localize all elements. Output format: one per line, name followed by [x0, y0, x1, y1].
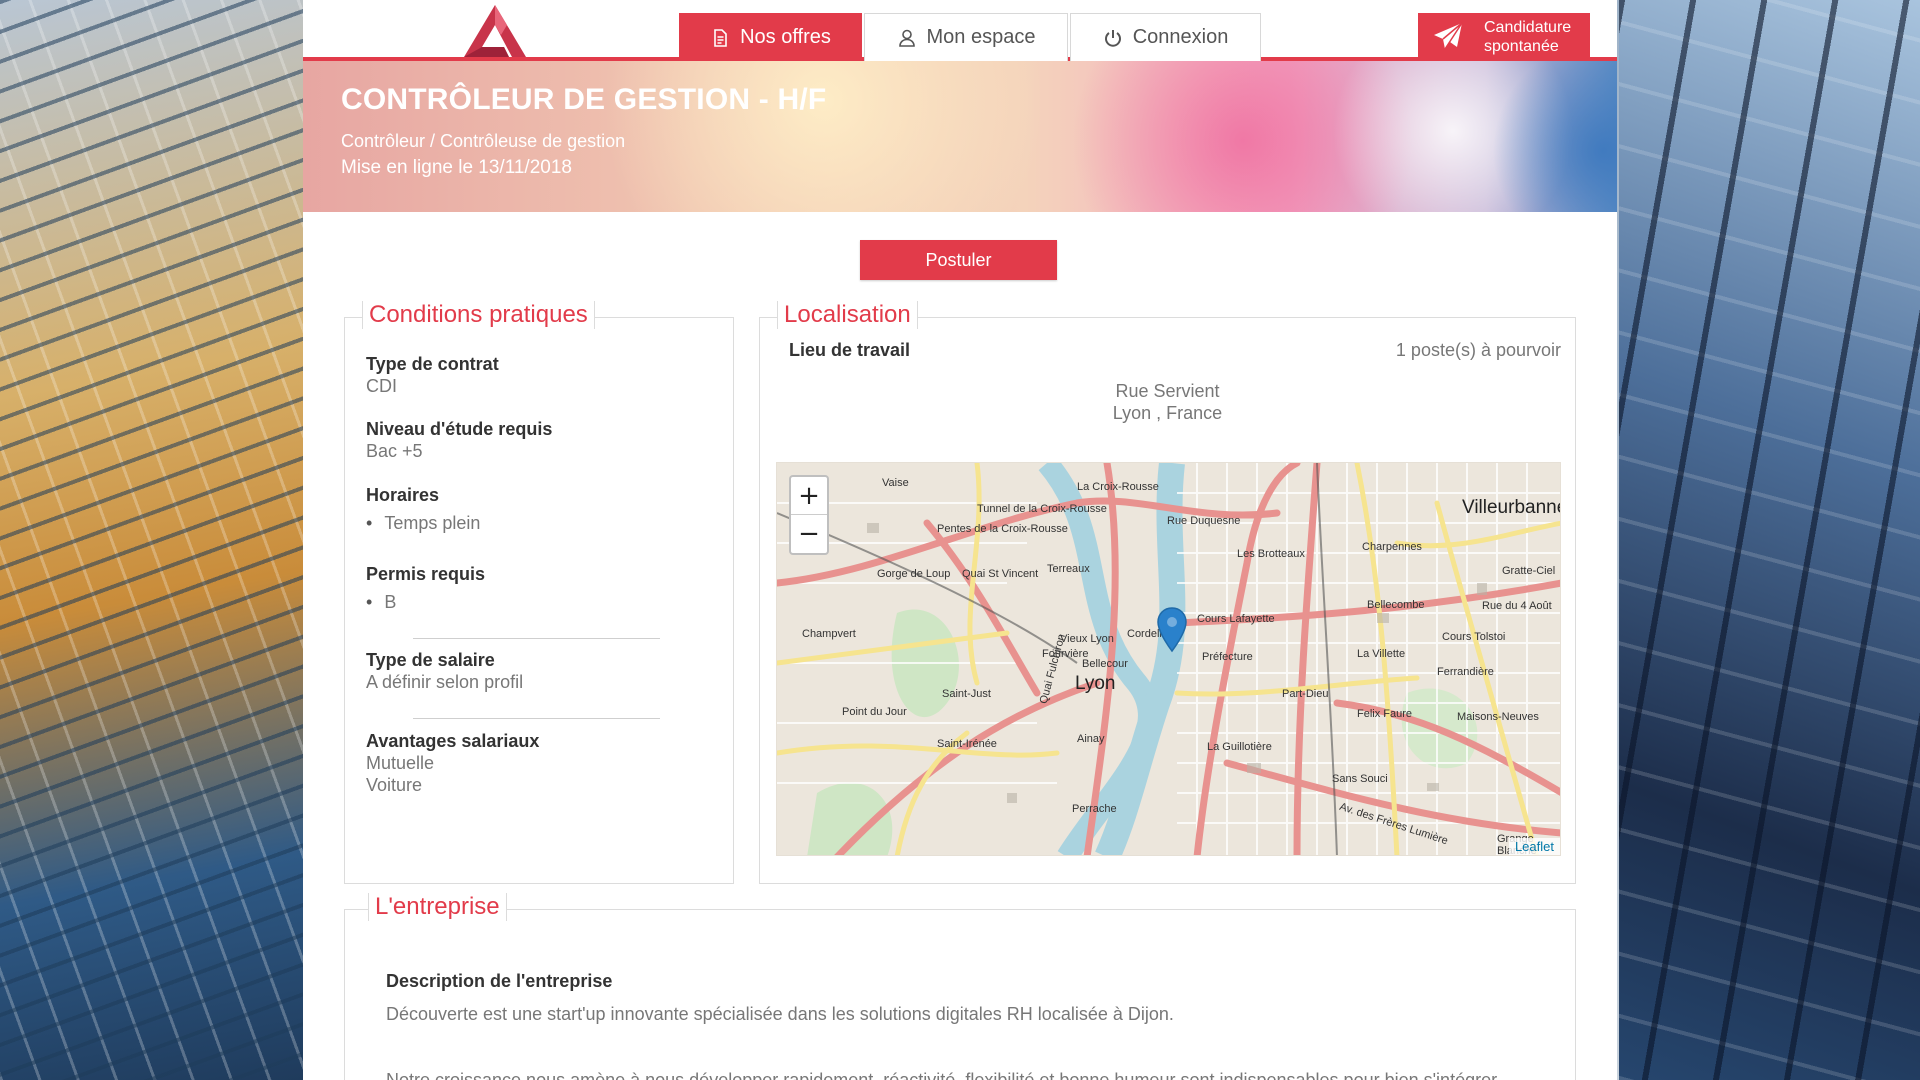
user-icon — [898, 29, 915, 47]
document-icon — [714, 28, 727, 47]
practical-conditions-panel: Conditions pratiques Type de contrat CDI… — [344, 301, 734, 884]
company-description-title: Description de l'entreprise — [386, 971, 613, 991]
nav-tab-label: Connexion — [1132, 26, 1229, 48]
background-photo-left — [0, 0, 303, 1080]
spontaneous-line-2: spontanée — [1484, 38, 1559, 55]
license-item: B — [366, 592, 396, 613]
location-pin-icon[interactable] — [1157, 607, 1187, 653]
map-label: Maisons-Neuves — [1457, 711, 1539, 723]
spontaneous-line-1: Candidature — [1484, 19, 1572, 36]
salary-type-value: A définir selon profil — [366, 672, 524, 692]
nav-tab-mon-espace[interactable]: Mon espace — [864, 13, 1068, 61]
map-label: Bellecombe — [1367, 599, 1425, 611]
map-label: Lyon — [1075, 673, 1116, 694]
salary-type-label: Type de salaire — [366, 650, 495, 670]
location-legend: Localisation — [777, 301, 918, 329]
map-label: Bellecour — [1082, 658, 1128, 670]
map-label: Champvert — [802, 628, 856, 640]
map-label: Felix Faure — [1357, 708, 1413, 720]
spontaneous-application-label: Candidature spontanée — [1484, 18, 1571, 56]
nav-tab-label: Mon espace — [926, 26, 1036, 48]
map-label: La Villette — [1357, 648, 1406, 660]
hours-item: Temps plein — [366, 513, 480, 534]
divider — [413, 718, 660, 719]
apply-button[interactable]: Postuler — [860, 240, 1057, 280]
company-logo[interactable] — [462, 3, 528, 59]
company-description: Découverte est une start'up innovante sp… — [386, 1004, 1174, 1024]
map-zoom-control: + − — [789, 475, 829, 555]
map-label: Cours Tolstoi — [1442, 631, 1506, 643]
workplace-label: Lieu de travail — [789, 340, 911, 360]
map-label: Rue du 4 Août — [1482, 600, 1552, 612]
top-navigation-bar: Nos offres Mon espace Connexion Candidat… — [303, 0, 1617, 61]
main-nav: Nos offres Mon espace Connexion — [679, 13, 1263, 61]
contract-type-value: CDI — [366, 376, 397, 396]
job-title: CONTRÔLEUR DE GESTION - H/F — [341, 83, 827, 116]
benefits-item: Voiture — [366, 775, 423, 795]
hours-label: Horaires — [366, 485, 440, 505]
map-label: Ferrandière — [1437, 666, 1494, 678]
education-level-value: Bac +5 — [366, 441, 423, 461]
job-offer-page: Nos offres Mon espace Connexion Candidat… — [303, 0, 1617, 1080]
map-label: Gratte-Ciel — [1502, 565, 1556, 577]
benefits-item: Mutuelle — [366, 753, 435, 773]
paper-plane-icon — [1434, 22, 1463, 50]
contract-type-label: Type de contrat — [366, 354, 499, 374]
map-label: Perrache — [1072, 803, 1117, 815]
company-legend: L'entreprise — [368, 893, 507, 921]
map-label: Gorge de Loup — [877, 568, 951, 580]
map-label: Cours Lafayette — [1197, 613, 1275, 625]
map-label: La Croix-Rousse — [1077, 481, 1159, 493]
zoom-out-button[interactable]: − — [791, 515, 827, 553]
map-label: Les Brotteaux — [1237, 548, 1305, 560]
address-city: Lyon , France — [1112, 403, 1223, 423]
map-attribution-link[interactable]: Leaflet — [1508, 838, 1560, 855]
background-photo-right — [1619, 0, 1920, 1080]
posted-date: Mise en ligne le 13/11/2018 — [341, 157, 572, 178]
map-label: Vaise — [882, 477, 909, 489]
spontaneous-application-button[interactable]: Candidature spontanée — [1418, 13, 1590, 61]
map-label: Terreaux — [1047, 563, 1090, 575]
benefits-label: Avantages salariaux — [366, 731, 540, 751]
job-subtitle: Contrôleur / Contrôleuse de gestion — [341, 131, 626, 151]
nav-tab-connexion[interactable]: Connexion — [1070, 13, 1261, 61]
map-label: Charpennes — [1362, 541, 1422, 553]
job-header-banner: CONTRÔLEUR DE GESTION - H/F Contrôleur /… — [303, 61, 1617, 212]
positions-count: 1 poste(s) à pourvoir — [1395, 340, 1561, 360]
zoom-in-button[interactable]: + — [791, 477, 827, 515]
address-street: Rue Servient — [1115, 381, 1220, 401]
location-panel: Localisation Lieu de travail 1 poste(s) … — [759, 301, 1576, 884]
license-label: Permis requis — [366, 564, 486, 584]
divider — [413, 638, 660, 639]
company-panel: L'entreprise Description de l'entreprise… — [344, 893, 1576, 1080]
map-label: Part-Dieu — [1282, 688, 1329, 700]
map-label: Saint-Just — [942, 688, 991, 700]
map-label: Quai St Vincent — [962, 568, 1039, 580]
map-label: La Guillotière — [1207, 741, 1272, 753]
map-label: Préfecture — [1202, 651, 1253, 663]
nav-tab-label: Nos offres — [740, 26, 831, 48]
map-label: Vieux Lyon — [1060, 633, 1114, 645]
education-level-label: Niveau d'étude requis — [366, 419, 553, 439]
map-label: Pentes de la Croix-Rousse — [937, 523, 1068, 535]
map-label: Tunnel de la Croix-Rousse — [977, 503, 1107, 515]
map-label: Sans Souci — [1332, 773, 1388, 785]
practical-conditions-legend: Conditions pratiques — [362, 301, 595, 329]
map-label: Saint-Irénée — [937, 738, 997, 750]
power-icon — [1104, 29, 1121, 47]
map-label: Point du Jour — [842, 706, 907, 718]
nav-tab-nos-offres[interactable]: Nos offres — [679, 13, 862, 61]
company-description-continued: Notre croissance nous amène à nous dével… — [386, 1070, 1498, 1080]
location-map[interactable]: Villeurbanne Lyon La Croix-Rousse Rue Du… — [776, 462, 1561, 856]
map-label: Rue Duquesne — [1167, 515, 1241, 527]
map-label: Ainay — [1077, 733, 1105, 745]
map-label: Villeurbanne — [1462, 497, 1561, 518]
